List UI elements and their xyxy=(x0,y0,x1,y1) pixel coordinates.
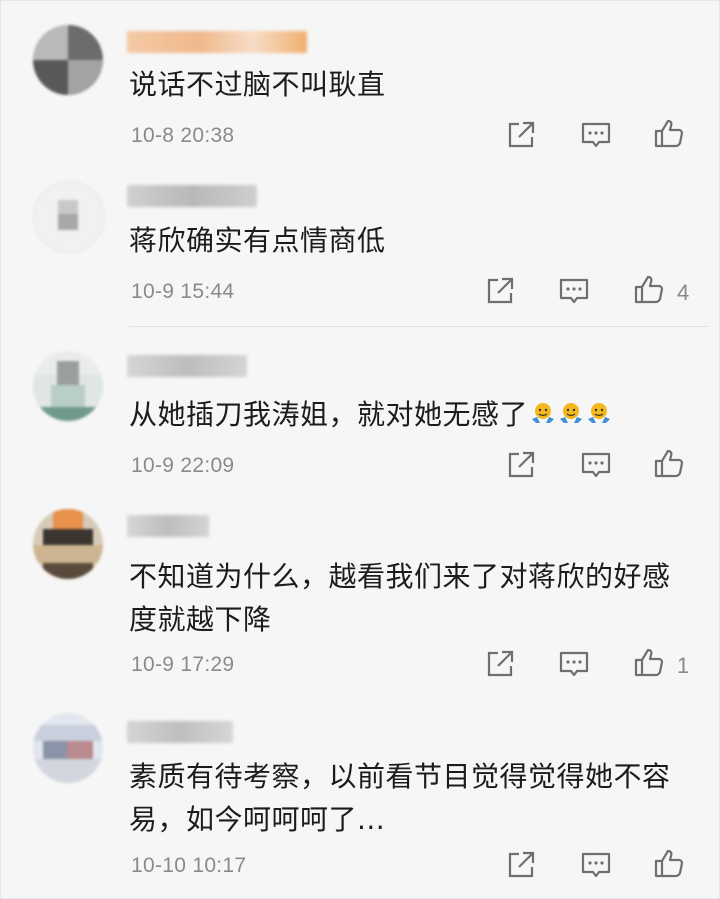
avatar[interactable] xyxy=(33,351,103,421)
shrug-emoji-icon xyxy=(558,398,584,424)
reply-button[interactable] xyxy=(557,647,591,681)
comment-icon xyxy=(581,452,611,478)
share-icon xyxy=(508,121,535,148)
share-button[interactable] xyxy=(504,118,538,152)
comment-text-content: 从她插刀我涛姐，就对她无感了 xyxy=(129,398,529,431)
comment-text-line: 易，如今呵呵呵了... xyxy=(129,803,386,836)
like-button[interactable] xyxy=(652,116,686,150)
like-button[interactable] xyxy=(632,645,666,679)
comment-timestamp: 10-9 22:09 xyxy=(131,454,235,477)
share-button[interactable] xyxy=(483,274,517,308)
reply-button[interactable] xyxy=(579,448,613,482)
comment-text: 从她插刀我涛姐，就对她无感了 xyxy=(129,395,689,435)
comment-text-line: 素质有待考察，以前看节目觉得觉得她不容 xyxy=(129,760,671,793)
username-blurred[interactable] xyxy=(127,185,257,207)
share-button[interactable] xyxy=(483,647,517,681)
username-blurred[interactable] xyxy=(127,355,247,377)
comment-text: 不知道为什么，越看我们来了对蒋欣的好感 度就越下降 xyxy=(129,557,689,640)
comment-text: 蒋欣确实有点情商低 xyxy=(129,224,386,257)
reply-button[interactable] xyxy=(579,848,613,882)
share-icon xyxy=(487,650,514,677)
like-button[interactable] xyxy=(652,446,686,480)
reply-button[interactable] xyxy=(579,118,613,152)
comment-text-line: 度就越下降 xyxy=(129,603,272,636)
comment-icon xyxy=(559,278,589,304)
thumbs-up-icon xyxy=(634,648,664,677)
comment-icon xyxy=(581,122,611,148)
like-button[interactable] xyxy=(632,272,666,306)
username-blurred[interactable] xyxy=(127,31,307,53)
avatar[interactable] xyxy=(33,713,103,783)
share-button[interactable] xyxy=(504,448,538,482)
thumbs-up-icon xyxy=(634,275,664,304)
comment-timestamp: 10-9 15:44 xyxy=(131,280,235,303)
comment-text: 说话不过脑不叫耿直 xyxy=(129,68,386,101)
comment-list: 说话不过脑不叫耿直 10-8 20:38 蒋欣确实有点情商低 10-9 15:4… xyxy=(0,0,720,899)
comment-icon xyxy=(581,852,611,878)
comment-timestamp: 10-8 20:38 xyxy=(131,124,235,147)
comment-timestamp: 10-9 17:29 xyxy=(131,653,235,676)
share-button[interactable] xyxy=(504,848,538,882)
comment-icon xyxy=(559,651,589,677)
divider xyxy=(129,326,709,327)
username-blurred[interactable] xyxy=(127,515,209,537)
share-icon xyxy=(508,451,535,478)
thumbs-up-icon xyxy=(654,119,684,148)
comment-text: 素质有待考察，以前看节目觉得觉得她不容 易，如今呵呵呵了... xyxy=(129,757,689,840)
thumbs-up-icon xyxy=(654,849,684,878)
username-blurred[interactable] xyxy=(127,721,233,743)
share-icon xyxy=(487,277,514,304)
reply-button[interactable] xyxy=(557,274,591,308)
like-button[interactable] xyxy=(652,846,686,880)
share-icon xyxy=(508,851,535,878)
like-count: 4 xyxy=(677,280,690,305)
shrug-emoji-icon xyxy=(530,398,556,424)
like-count: 1 xyxy=(677,653,690,678)
avatar[interactable] xyxy=(33,181,105,253)
thumbs-up-icon xyxy=(654,449,684,478)
avatar[interactable] xyxy=(33,25,103,95)
shrug-emoji-icon xyxy=(586,398,612,424)
comment-text-line: 不知道为什么，越看我们来了对蒋欣的好感 xyxy=(129,560,671,593)
avatar[interactable] xyxy=(33,509,103,579)
comment-timestamp: 10-10 10:17 xyxy=(131,854,247,877)
